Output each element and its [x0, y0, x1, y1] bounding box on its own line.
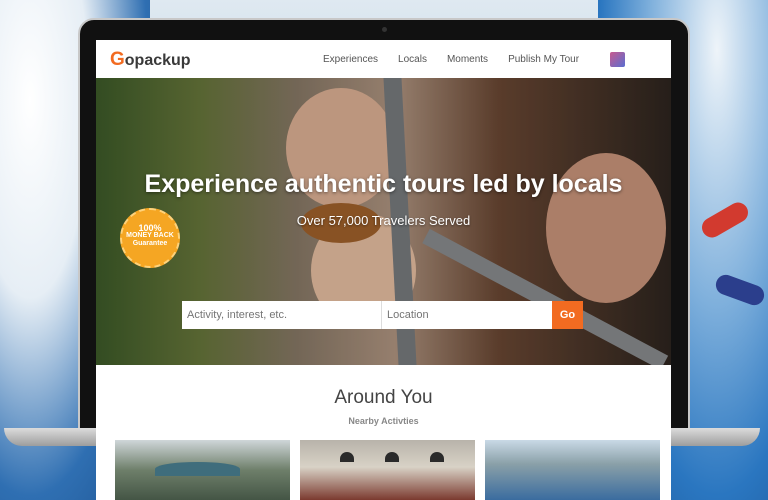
badge-guarantee: Guarantee: [132, 240, 168, 247]
section-subtitle: Nearby Activties: [348, 416, 419, 426]
activity-search-input[interactable]: [182, 301, 382, 329]
website-screen: Gopackup Experiences Locals Moments Publ…: [96, 40, 671, 500]
card-photo-lamp: [430, 452, 444, 462]
nav-moments[interactable]: Moments: [447, 54, 488, 65]
user-avatar[interactable]: [610, 52, 625, 67]
top-navigation: Gopackup Experiences Locals Moments Publ…: [96, 40, 671, 78]
badge-money-back: MONEY BACK: [126, 232, 174, 239]
logo-mark: G: [110, 49, 125, 70]
location-search-input[interactable]: [382, 301, 552, 329]
nav-experiences[interactable]: Experiences: [323, 54, 378, 65]
activity-card[interactable]: [115, 440, 290, 500]
hero-subline: Over 57,000 Travelers Served: [296, 213, 471, 228]
badge-percent: 100%: [138, 223, 162, 233]
search-bar: Go: [182, 301, 583, 329]
nav-publish-my-tour[interactable]: Publish My Tour: [508, 54, 579, 65]
hero-banner: Experience authentic tours led by locals…: [96, 78, 671, 365]
card-photo-umbrella: [155, 462, 240, 476]
activity-card[interactable]: [300, 440, 475, 500]
nav-locals[interactable]: Locals: [398, 54, 427, 65]
site-logo[interactable]: Gopackup: [110, 49, 191, 71]
card-photo-lamp: [340, 452, 354, 462]
webcam-icon: [382, 27, 387, 32]
logo-text: opackup: [124, 52, 191, 69]
go-button[interactable]: Go: [552, 301, 583, 329]
money-back-badge: 100% MONEY BACK Guarantee: [120, 208, 180, 268]
card-photo-lamp: [385, 452, 399, 462]
activity-card[interactable]: [485, 440, 660, 500]
nav-links: Experiences Locals Moments Publish My To…: [323, 54, 579, 65]
section-title: Around You: [334, 387, 433, 408]
hero-headline: Experience authentic tours led by locals: [144, 170, 623, 198]
